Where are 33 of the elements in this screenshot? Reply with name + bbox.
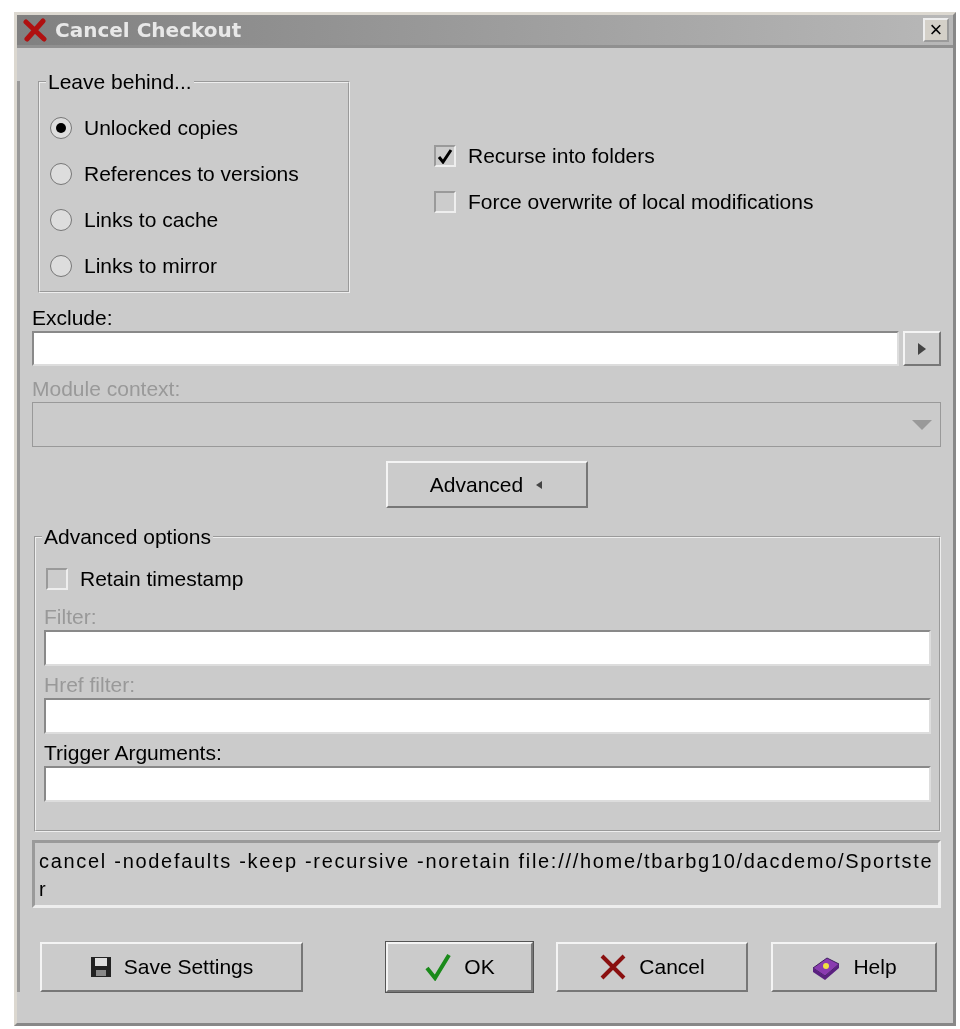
- dropdown-arrow-icon: [912, 419, 932, 430]
- radio-button[interactable]: [50, 117, 72, 139]
- radio-label: Links to cache: [84, 207, 219, 234]
- command-preview: cancel -nodefaults -keep -recursive -noretain file:///home/tbarbg10/dacdemo/Sportster: [32, 840, 941, 908]
- radio-label: Unlocked copies: [84, 115, 239, 142]
- radio-label: References to versions: [84, 161, 299, 188]
- arrow-button[interactable]: [903, 331, 941, 366]
- ok-button[interactable]: OK: [386, 942, 533, 992]
- x-mark-icon: [23, 18, 47, 42]
- advanced-button[interactable]: Advanced: [385, 461, 588, 508]
- triangle-icon: [535, 479, 544, 490]
- checkbox[interactable]: [46, 568, 68, 590]
- checkbox-label: Recurse into folders: [468, 143, 655, 170]
- radio-label: Links to mirror: [84, 253, 218, 280]
- help-button[interactable]: Help: [771, 942, 937, 992]
- radio-button[interactable]: [50, 255, 72, 277]
- exclude-field[interactable]: [32, 331, 899, 366]
- text-field[interactable]: [44, 766, 931, 802]
- checkbox-label: Retain timestamp: [80, 566, 244, 593]
- window-title: Cancel Checkout: [55, 17, 243, 44]
- checkbox[interactable]: [434, 191, 456, 213]
- radio-button[interactable]: [50, 209, 72, 231]
- save-button[interactable]: Save Settings: [40, 942, 303, 992]
- cancel-button[interactable]: Cancel: [556, 942, 748, 992]
- checkbox-label: Force overwrite of local modifications: [468, 189, 814, 216]
- radio-button[interactable]: [50, 163, 72, 185]
- field-label: Trigger Arguments:: [44, 740, 223, 766]
- right-triangle-icon: [917, 341, 927, 356]
- x-icon: [599, 953, 628, 981]
- check-icon: [424, 953, 453, 981]
- close-button[interactable]: ×: [923, 18, 949, 42]
- field-label: Exclude:: [32, 305, 114, 331]
- checkbox[interactable]: [434, 145, 456, 167]
